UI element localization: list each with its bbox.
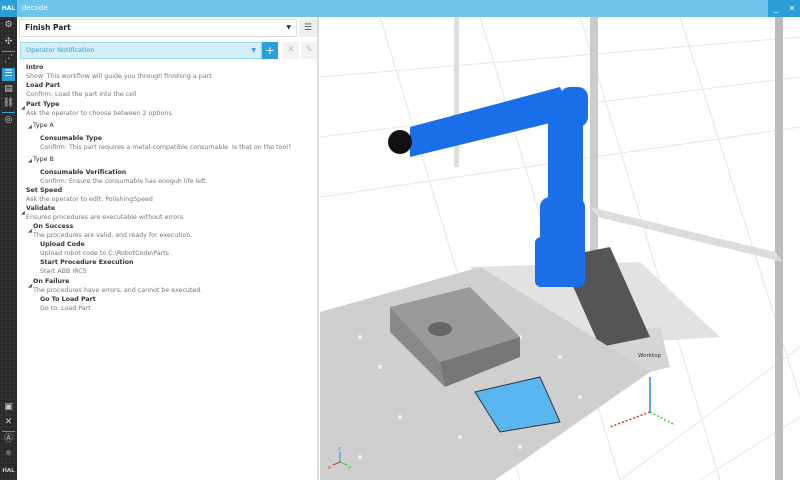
title-bar: HAL decode _ ✕ [0,0,800,17]
step-desc: The procedures are valid, and ready for … [33,232,193,239]
network-icon[interactable]: ✣ [2,36,15,49]
step-desc: Confirm: Load the part into the cell [26,91,137,98]
chevron-down-icon: ▼ [286,24,291,31]
step-desc: Ask the operator to choose between 2 opt… [26,110,174,117]
settings-icon[interactable]: ✹ [2,448,15,461]
step-desc: Ask the operator to edit: PolishingSpeed [26,196,153,203]
step-desc: Ensures procedures are executable withou… [26,214,186,221]
robot-cell-icon[interactable]: ⚙ [2,19,15,32]
collapse-arrow-icon[interactable]: ◢ [28,124,32,130]
branch-title[interactable]: Type B [33,156,54,164]
axis-x-label: x [328,465,331,471]
worktop-label: Worktop [638,353,661,359]
separator [2,431,15,432]
collapse-arrow-icon[interactable]: ◢ [21,210,25,216]
axis-y-label: y [348,465,351,471]
collapse-arrow-icon[interactable]: ◢ [21,105,25,111]
link-icon[interactable]: ⛓ [2,97,15,110]
step-desc: The procedures have errors, and cannot b… [33,287,203,294]
step-desc: Start ABB IRC5 [40,268,87,275]
close-window-button[interactable]: ✕ [784,0,800,17]
step-desc: Upload robot code to C:\RobotCode\Parts [40,250,170,257]
app-title: decode [22,4,48,12]
sidebar: ⚙ ✣ ⋰ ☰ ▤ ⛓ ◎ ▣ ✕ Ⓐ ✹ HAL [0,17,17,480]
branch-title[interactable]: On Success [33,223,73,231]
workflow-name: Finish Part [25,23,71,32]
3d-viewport[interactable]: Worktop z x y [320,17,800,480]
add-step-button[interactable]: + [262,42,278,59]
separator [2,112,15,113]
step-title[interactable]: Start Procedure Execution [40,259,134,267]
step-title[interactable]: Part Type [26,101,59,109]
step-title[interactable]: Consumable Type [40,135,102,143]
step-title[interactable]: Validate [26,205,55,213]
robot-arm [388,87,588,287]
check-circle-icon[interactable]: ◎ [2,114,15,127]
axis-z-label: z [338,446,341,452]
hal-footer-logo: HAL [2,468,15,474]
menu-button[interactable]: ☰ [299,19,317,37]
step-title[interactable]: Set Speed [26,187,62,195]
step-title[interactable]: Load Part [26,82,60,90]
branch-title[interactable]: Type A [33,122,54,130]
collapse-arrow-icon[interactable]: ◢ [28,228,32,234]
step-title[interactable]: Go To Load Part [40,296,96,304]
hal-logo: HAL [0,0,17,17]
step-desc: Confirm: This part requires a metal-comp… [40,144,292,151]
step-title[interactable]: Upload Code [40,241,85,249]
step-title[interactable]: Consumable Verification [40,169,126,177]
scene: Worktop z x y [320,17,800,480]
step-desc: Confirm: Ensure the consumable has enogu… [40,178,208,185]
minimize-button[interactable]: _ [768,0,784,17]
collapse-arrow-icon[interactable]: ◢ [28,283,32,289]
chevron-down-icon: ▼ [251,47,256,54]
branch-title[interactable]: On Failure [33,278,69,286]
save-icon[interactable]: ▣ [2,401,15,414]
edit-step-button[interactable]: ✎ [301,42,317,59]
step-type-value: Operator Notification [26,46,95,54]
step-desc: Go to: Load Part [40,305,91,312]
close-icon[interactable]: ✕ [2,416,15,429]
separator [2,51,15,52]
workflow-panel: Finish Part ▼ ☰ Operator Notification ▼ + … [17,17,319,480]
step-type-select[interactable]: Operator Notification ▼ [20,42,262,59]
workflow-select[interactable]: Finish Part ▼ [19,19,297,37]
stack-icon[interactable]: ▤ [2,83,15,96]
step-desc: Show: This workflow will guide you throu… [26,73,212,80]
step-title[interactable]: Intro [26,64,43,72]
collapse-arrow-icon[interactable]: ◢ [28,158,32,164]
delete-step-button[interactable]: ✕ [283,42,299,59]
procedure-list-icon[interactable]: ☰ [2,68,15,81]
workflow-icon[interactable]: ⋰ [2,53,15,66]
user-icon[interactable]: Ⓐ [2,433,15,446]
